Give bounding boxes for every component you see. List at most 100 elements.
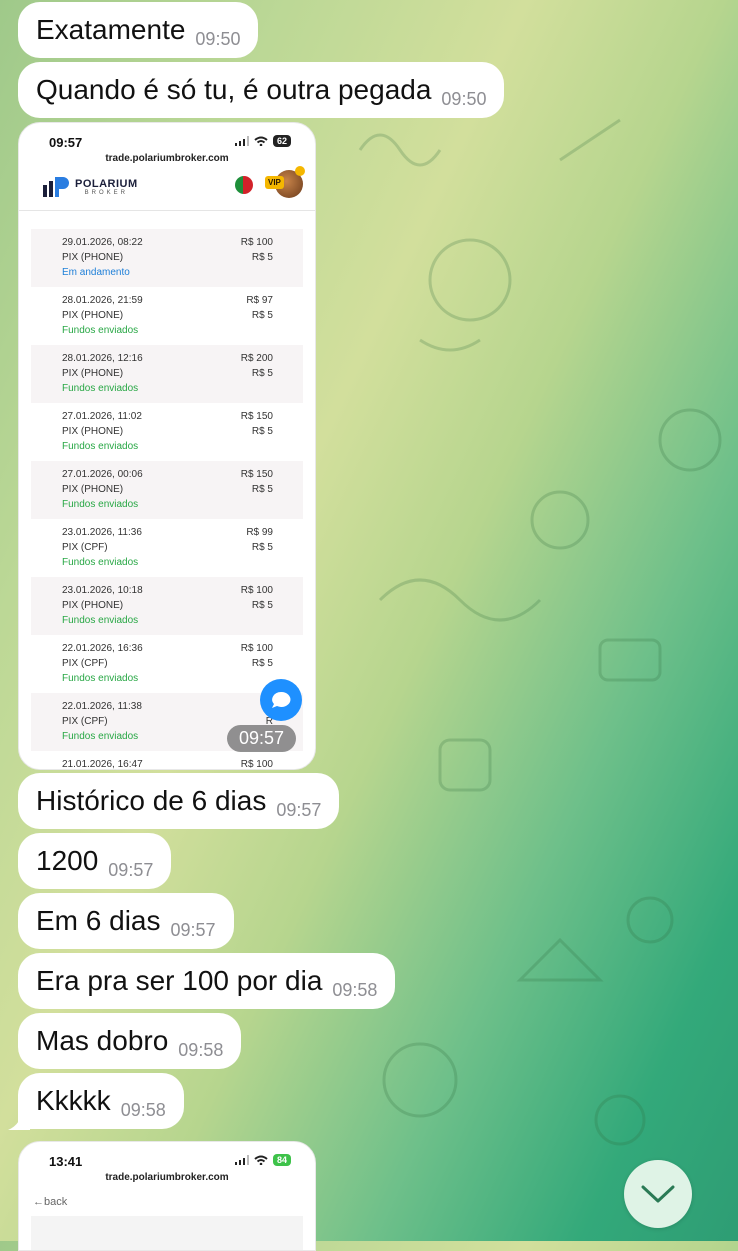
- transaction-fee: R$ 5: [251, 542, 273, 553]
- message-text: Era pra ser 100 por dia: [36, 965, 323, 996]
- message-time: 09:50: [195, 28, 241, 49]
- message-time: 09:58: [120, 1099, 166, 1120]
- content-area: [31, 1216, 303, 1250]
- transaction-method: PIX (PHONE): [62, 368, 124, 379]
- transaction-amount: R$ 100: [240, 759, 273, 770]
- message-text: Mas dobro: [36, 1025, 169, 1056]
- transaction-status: Fundos enviados: [62, 441, 139, 452]
- transaction-method: PIX (CPF): [62, 658, 108, 669]
- signal-icon: [234, 1155, 249, 1165]
- transaction-row: 28.01.2026, 12:16 PIX (PHONE) Fundos env…: [31, 345, 303, 403]
- image-message[interactable]: 13:41 84 trade.polariumbroker.com ←back: [18, 1141, 316, 1251]
- brand-name: POLARIUM: [75, 177, 138, 190]
- message-time: 09:57: [276, 799, 322, 820]
- wifi-icon: [254, 1155, 268, 1165]
- transaction-method: PIX (CPF): [62, 542, 108, 553]
- message-bubble[interactable]: Kkkkk 09:58: [18, 1073, 184, 1129]
- flag-icon: [235, 176, 253, 194]
- transaction-status: Fundos enviados: [62, 325, 139, 336]
- transaction-fee: R$ 5: [251, 600, 273, 611]
- message-time: 09:57: [170, 919, 216, 940]
- message-text: Histórico de 6 dias: [36, 785, 267, 816]
- wifi-icon: [254, 136, 268, 146]
- message-bubble[interactable]: Histórico de 6 dias 09:57: [18, 773, 340, 829]
- phone-status-bar: 09:57 62: [19, 123, 315, 157]
- message-time: 09:58: [332, 979, 378, 1000]
- transaction-date: 22.01.2026, 11:38: [62, 701, 142, 712]
- transaction-date: 23.01.2026, 11:36: [62, 527, 142, 538]
- transaction-method: PIX (PHONE): [62, 310, 124, 321]
- transaction-amount: R$ 200: [240, 353, 273, 364]
- image-message[interactable]: 09:57 62 trade.polariumbroker.com POLARI…: [18, 122, 316, 770]
- chat-icon: [272, 691, 291, 708]
- transaction-amount: R$ 150: [240, 469, 273, 480]
- polarium-logo: POLARIUM BROKER: [43, 176, 138, 198]
- transaction-date: 28.01.2026, 12:16: [62, 353, 143, 364]
- transaction-date: 21.01.2026, 16:47: [62, 759, 143, 770]
- transaction-status: Em andamento: [62, 267, 130, 278]
- transaction-date: 27.01.2026, 11:02: [62, 411, 142, 422]
- transaction-status: Fundos enviados: [62, 673, 139, 684]
- transaction-row: 23.01.2026, 11:36 PIX (CPF) Fundos envia…: [31, 519, 303, 577]
- status-time: 09:57: [49, 135, 83, 150]
- transaction-status: Fundos enviados: [62, 615, 139, 626]
- polarium-logo-icon: [43, 177, 69, 197]
- transaction-row: 23.01.2026, 10:18 PIX (PHONE) Fundos env…: [31, 577, 303, 635]
- transaction-row: 27.01.2026, 11:02 PIX (PHONE) Fundos env…: [31, 403, 303, 461]
- scroll-down-button[interactable]: [624, 1160, 692, 1228]
- vip-badge: VIP: [265, 176, 284, 189]
- message-text: Em 6 dias: [36, 905, 161, 936]
- transaction-amount: R$ 97: [246, 295, 273, 306]
- transaction-amount: R$ 100: [240, 643, 273, 654]
- phone-status-bar: 13:41 84: [19, 1142, 315, 1176]
- transaction-row: 27.01.2026, 00:06 PIX (PHONE) Fundos env…: [31, 461, 303, 519]
- transaction-method: PIX (PHONE): [62, 252, 124, 263]
- message-bubble[interactable]: Mas dobro 09:58: [18, 1013, 242, 1069]
- message-bubble[interactable]: Quando é só tu, é outra pegada 09:50: [18, 62, 505, 118]
- message-bubble[interactable]: Era pra ser 100 por dia 09:58: [18, 953, 396, 1009]
- message-bubble[interactable]: Exatamente 09:50: [18, 2, 259, 58]
- back-link: ←back: [33, 1196, 68, 1208]
- transaction-amount: R$ 99: [246, 527, 273, 538]
- chevron-down-icon: [641, 1185, 675, 1203]
- transaction-fee: R$ 5: [251, 484, 273, 495]
- transaction-amount: R$ 100: [240, 585, 273, 596]
- message-time: 09:58: [178, 1039, 224, 1060]
- transaction-status: Fundos enviados: [62, 499, 139, 510]
- signal-icon: [234, 136, 249, 146]
- transaction-fee: R$ 5: [251, 426, 273, 437]
- transaction-fee: R$ 5: [251, 368, 273, 379]
- message-bubble[interactable]: 1200 09:57: [18, 833, 172, 889]
- message-bubble[interactable]: Em 6 dias 09:57: [18, 893, 234, 949]
- transaction-fee: R$ 5: [251, 310, 273, 321]
- transaction-row: 22.01.2026, 16:36 PIX (CPF) Fundos envia…: [31, 635, 303, 693]
- message-time: 09:57: [108, 859, 154, 880]
- brand-sub: BROKER: [84, 189, 128, 196]
- transaction-method: PIX (PHONE): [62, 426, 124, 437]
- transaction-date: 27.01.2026, 00:06: [62, 469, 143, 480]
- transaction-status: Fundos enviados: [62, 557, 139, 568]
- transaction-status: Fundos enviados: [62, 731, 139, 742]
- battery-icon: 84: [272, 1154, 291, 1166]
- crown-icon: [295, 166, 305, 176]
- transaction-date: 28.01.2026, 21:59: [62, 295, 143, 306]
- transaction-row: 28.01.2026, 21:59 PIX (PHONE) Fundos env…: [31, 287, 303, 345]
- transaction-fee: R$ 5: [251, 658, 273, 669]
- transaction-amount: R$ 100: [240, 237, 273, 248]
- transaction-status: Fundos enviados: [62, 383, 139, 394]
- transaction-amount: R$ 150: [240, 411, 273, 422]
- transaction-method: PIX (CPF): [62, 716, 108, 727]
- transaction-date: 22.01.2026, 16:36: [62, 643, 143, 654]
- message-text: Kkkkk: [36, 1085, 111, 1116]
- transaction-fee: R$ 5: [251, 252, 273, 263]
- message-text: 1200: [36, 845, 99, 876]
- battery-icon: 62: [272, 135, 291, 147]
- broker-header: POLARIUM BROKER VIP: [19, 164, 315, 211]
- transaction-date: 29.01.2026, 08:22: [62, 237, 143, 248]
- transaction-row: 21.01.2026, 16:47 R$ 100: [31, 751, 303, 770]
- chat-button[interactable]: [260, 679, 302, 721]
- transaction-row: 29.01.2026, 08:22 PIX (PHONE) Em andamen…: [31, 229, 303, 287]
- transaction-date: 23.01.2026, 10:18: [62, 585, 143, 596]
- transaction-method: PIX (PHONE): [62, 484, 124, 495]
- transaction-method: PIX (PHONE): [62, 600, 124, 611]
